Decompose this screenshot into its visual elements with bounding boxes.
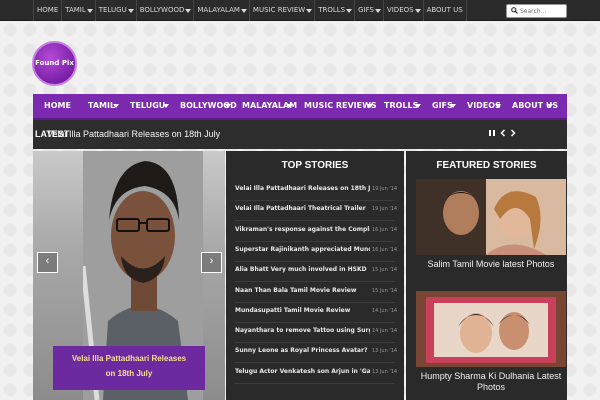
pause-icon[interactable] bbox=[488, 129, 496, 137]
mainnav-item-telugu[interactable]: TELUGU bbox=[119, 94, 169, 118]
story-title[interactable]: Naan Than Bala Tamil Movie Review bbox=[235, 287, 370, 294]
story-title[interactable]: Vikraman's response against the Complain… bbox=[235, 226, 370, 233]
search-input[interactable] bbox=[520, 6, 565, 16]
topnav-item-trolls[interactable]: TROLLS bbox=[314, 0, 354, 21]
story-title[interactable]: Telugu Actor Venkatesh son Arjun in 'Gab… bbox=[235, 368, 370, 375]
chevron-right-icon: › bbox=[209, 255, 214, 267]
mainnav-item-tamil[interactable]: TAMIL bbox=[77, 94, 119, 118]
story-date: 13 Jun '14 bbox=[372, 348, 398, 355]
logo-text: Found Pix bbox=[35, 59, 74, 67]
ticker-headline[interactable]: Velai Illa Pattadhaari Releases on 18th … bbox=[47, 120, 220, 149]
latest-ticker: Velai Illa Pattadhaari Releases on 18th … bbox=[33, 120, 567, 149]
story-item[interactable]: Naan Than Bala Tamil Movie Review 15 Jun … bbox=[235, 283, 398, 303]
story-date: 15 Jun '14 bbox=[372, 267, 398, 274]
slider-caption-line2: on 18th July bbox=[105, 369, 153, 378]
story-date: 16 Jun '14 bbox=[372, 246, 398, 253]
story-title[interactable]: Alia Bhatt Very much involved in HSKD bbox=[235, 266, 370, 273]
topnav-item-gifs[interactable]: GIFS bbox=[354, 0, 383, 21]
mainnav-item-home[interactable]: HOME bbox=[33, 94, 77, 118]
story-item[interactable]: Velai Illa Pattadhaari Releases on 18th … bbox=[235, 181, 398, 201]
featured-image-2[interactable] bbox=[416, 291, 566, 367]
story-item[interactable]: Velai Illa Pattadhaari Theatrical Traile… bbox=[235, 201, 398, 222]
story-title[interactable]: Nayanthara to remove Tattoo using Surger… bbox=[235, 327, 370, 334]
top-bar: HOME TAMIL TELUGU BOLLYWOOD MALAYALAM MUSIC R… bbox=[0, 0, 600, 21]
topnav-item-telugu[interactable]: TELUGU bbox=[94, 0, 136, 21]
topnav-item-bollywood[interactable]: BOLLYWOOD bbox=[135, 0, 194, 21]
topnav-item-home[interactable]: HOME bbox=[33, 0, 61, 21]
story-date: 14 Jun '14 bbox=[372, 307, 398, 314]
main-nav: HOME TAMIL TELUGU BOLLYWOOD MALAYALAM MUSIC R… bbox=[33, 94, 567, 120]
mainnav-item-bollywood[interactable]: BOLLYWOOD bbox=[169, 94, 237, 118]
topnav-item-music-review[interactable]: MUSIC REVIEW bbox=[248, 0, 314, 21]
mainnav-item-malayalam[interactable]: MALAYALAM bbox=[231, 94, 297, 118]
story-date: 19 Jun '14 bbox=[372, 186, 398, 192]
story-date: 16 Jun '14 bbox=[372, 226, 398, 233]
story-item[interactable]: Telugu Actor Venkatesh son Arjun in 'Gab… bbox=[235, 364, 398, 384]
slider-prev-button[interactable]: ‹ bbox=[37, 252, 58, 273]
story-item[interactable]: Superstar Rajinikanth appreciated Mundas… bbox=[235, 242, 398, 262]
mainnav-item-trolls[interactable]: TROLLS bbox=[373, 94, 421, 118]
story-date: 13 Jun '14 bbox=[372, 368, 398, 375]
mainnav-item-music-reviews[interactable]: MUSIC REVIEWS bbox=[293, 94, 377, 118]
site-logo[interactable]: Found Pix bbox=[32, 41, 77, 86]
topnav-item-tamil[interactable]: TAMIL bbox=[61, 0, 95, 21]
topnav-item-videos[interactable]: VIDEOS bbox=[382, 0, 423, 21]
slider-caption[interactable]: Velai Illa Pattadhaari Releases on 18th … bbox=[53, 346, 205, 390]
mainnav-item-gifs[interactable]: GIFS bbox=[421, 94, 456, 118]
topnav-item-malayalam[interactable]: MALAYALAM bbox=[193, 0, 249, 21]
top-nav: HOME TAMIL TELUGU BOLLYWOOD MALAYALAM MUSIC R… bbox=[33, 0, 467, 21]
top-stories-title: TOP STORIES bbox=[281, 160, 349, 171]
story-title[interactable]: Velai Illa Pattadhaari Releases on 18th … bbox=[235, 185, 370, 192]
slider-caption-line1: Velai Illa Pattadhaari Releases bbox=[71, 354, 187, 363]
ticker-label: LATEST bbox=[35, 129, 70, 139]
story-date: 19 Jun '14 bbox=[372, 206, 398, 213]
story-title[interactable]: Velai Illa Pattadhaari Theatrical Traile… bbox=[235, 205, 370, 212]
top-stories-panel: TOP STORIES Velai Illa Pattadhaari Relea… bbox=[226, 151, 404, 400]
story-title[interactable]: Sunny Leone as Royal Princess Avatar? bbox=[235, 347, 370, 354]
story-item[interactable]: Vikraman's response against the Complain… bbox=[235, 222, 398, 242]
story-title[interactable]: Superstar Rajinikanth appreciated Mundas… bbox=[235, 246, 370, 253]
mainnav-item-videos[interactable]: VIDEOS bbox=[456, 94, 501, 118]
topnav-item-about-us[interactable]: ABOUT US bbox=[422, 0, 467, 21]
slider-next-button[interactable]: › bbox=[201, 252, 222, 273]
featured-slider[interactable]: ‹ › Velai Illa Pattadhaari Releases on 1… bbox=[33, 151, 225, 400]
featured-stories-title: FEATURED STORIES bbox=[436, 160, 537, 171]
search-box[interactable] bbox=[506, 4, 567, 18]
chevron-left-icon: ‹ bbox=[45, 255, 50, 267]
search-icon bbox=[511, 7, 518, 14]
featured-caption-1[interactable]: Salim Tamil Movie latest Photos bbox=[416, 259, 566, 270]
prev-icon[interactable] bbox=[499, 129, 507, 137]
featured-caption-2[interactable]: Humpty Sharma Ki Dulhania Latest Photos bbox=[416, 371, 566, 393]
story-item[interactable]: Alia Bhatt Very much involved in HSKD 15 … bbox=[235, 262, 398, 283]
next-icon[interactable] bbox=[509, 129, 517, 137]
mainnav-item-about-us[interactable]: ABOUT US bbox=[501, 94, 558, 118]
featured-image-1[interactable] bbox=[416, 179, 566, 255]
featured-stories-panel: FEATURED STORIES Salim Tamil Movie lates… bbox=[406, 151, 567, 400]
story-title[interactable]: Mundasupatti Tamil Movie Review bbox=[235, 307, 370, 314]
story-date: 15 Jun '14 bbox=[372, 287, 398, 294]
story-date: 14 Jun '14 bbox=[372, 328, 398, 335]
story-item[interactable]: Nayanthara to remove Tattoo using Surger… bbox=[235, 323, 398, 344]
story-item[interactable]: Mundasupatti Tamil Movie Review 14 Jun '1… bbox=[235, 303, 398, 323]
story-item[interactable]: Sunny Leone as Royal Princess Avatar? 13 … bbox=[235, 343, 398, 364]
